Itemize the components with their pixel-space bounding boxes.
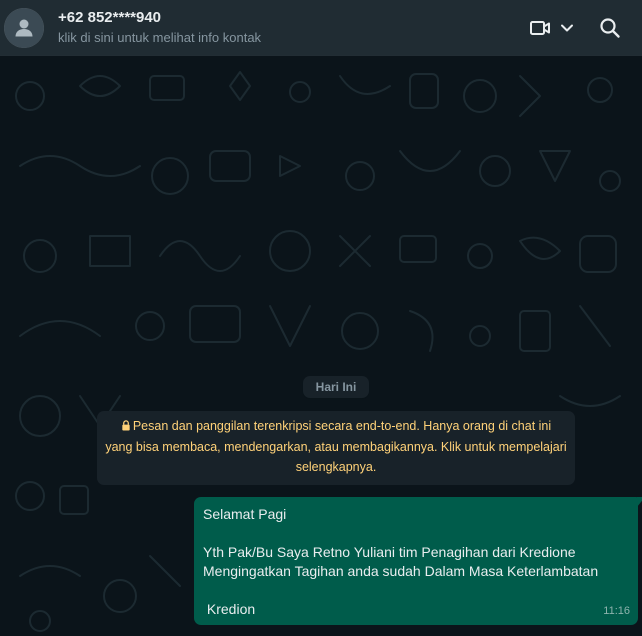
message-timestamp: 11:16	[603, 605, 630, 617]
encryption-notice-line: Pesan dan panggilan terenkripsi secara e…	[105, 416, 567, 437]
message-text-line	[203, 581, 629, 600]
encryption-notice-line: selengkapnya.	[295, 460, 377, 474]
contact-info-hint: klik di sini untuk melihat info kontak	[58, 30, 262, 45]
outgoing-message-bubble[interactable]: Selamat Pagi Yth Pak/Bu Saya Retno Yulia…	[194, 497, 642, 625]
chevron-down-icon	[561, 24, 573, 32]
contact-name: +62 852****940	[58, 9, 162, 26]
video-call-button[interactable]	[526, 14, 578, 42]
encryption-notice-line: yang bisa membaca, mendengarkan, atau me…	[105, 439, 567, 454]
contact-info[interactable]: +62 852****940 klik di sini untuk meliha…	[58, 9, 261, 46]
message-text-line	[203, 524, 629, 543]
contact-avatar[interactable]	[4, 8, 44, 48]
date-separator: Hari Ini	[303, 376, 369, 398]
default-avatar-icon	[4, 8, 44, 48]
chat-header: +62 852****940 klik di sini untuk meliha…	[0, 0, 642, 56]
message-text-line: Mengingatkan Tagihan anda sudah Dalam Ma…	[203, 563, 599, 579]
search-button[interactable]	[596, 14, 624, 42]
chat-window: +62 852****940 klik di sini untuk meliha…	[0, 0, 642, 636]
message-text-line: Yth Pak/Bu Saya Retno Yuliani tim Penagi…	[203, 544, 576, 560]
lock-icon	[122, 420, 130, 431]
encryption-notice[interactable]: Pesan dan panggilan terenkripsi secara e…	[97, 411, 575, 485]
message-list[interactable]: Hari Ini Pesan dan panggilan terenkripsi…	[0, 56, 642, 636]
search-icon	[600, 18, 620, 38]
bubble-tail	[637, 497, 642, 507]
video-call-icon	[530, 21, 550, 35]
message-text-line: Selamat Pagi	[203, 506, 287, 522]
message-text-line: Kredion	[203, 601, 256, 617]
